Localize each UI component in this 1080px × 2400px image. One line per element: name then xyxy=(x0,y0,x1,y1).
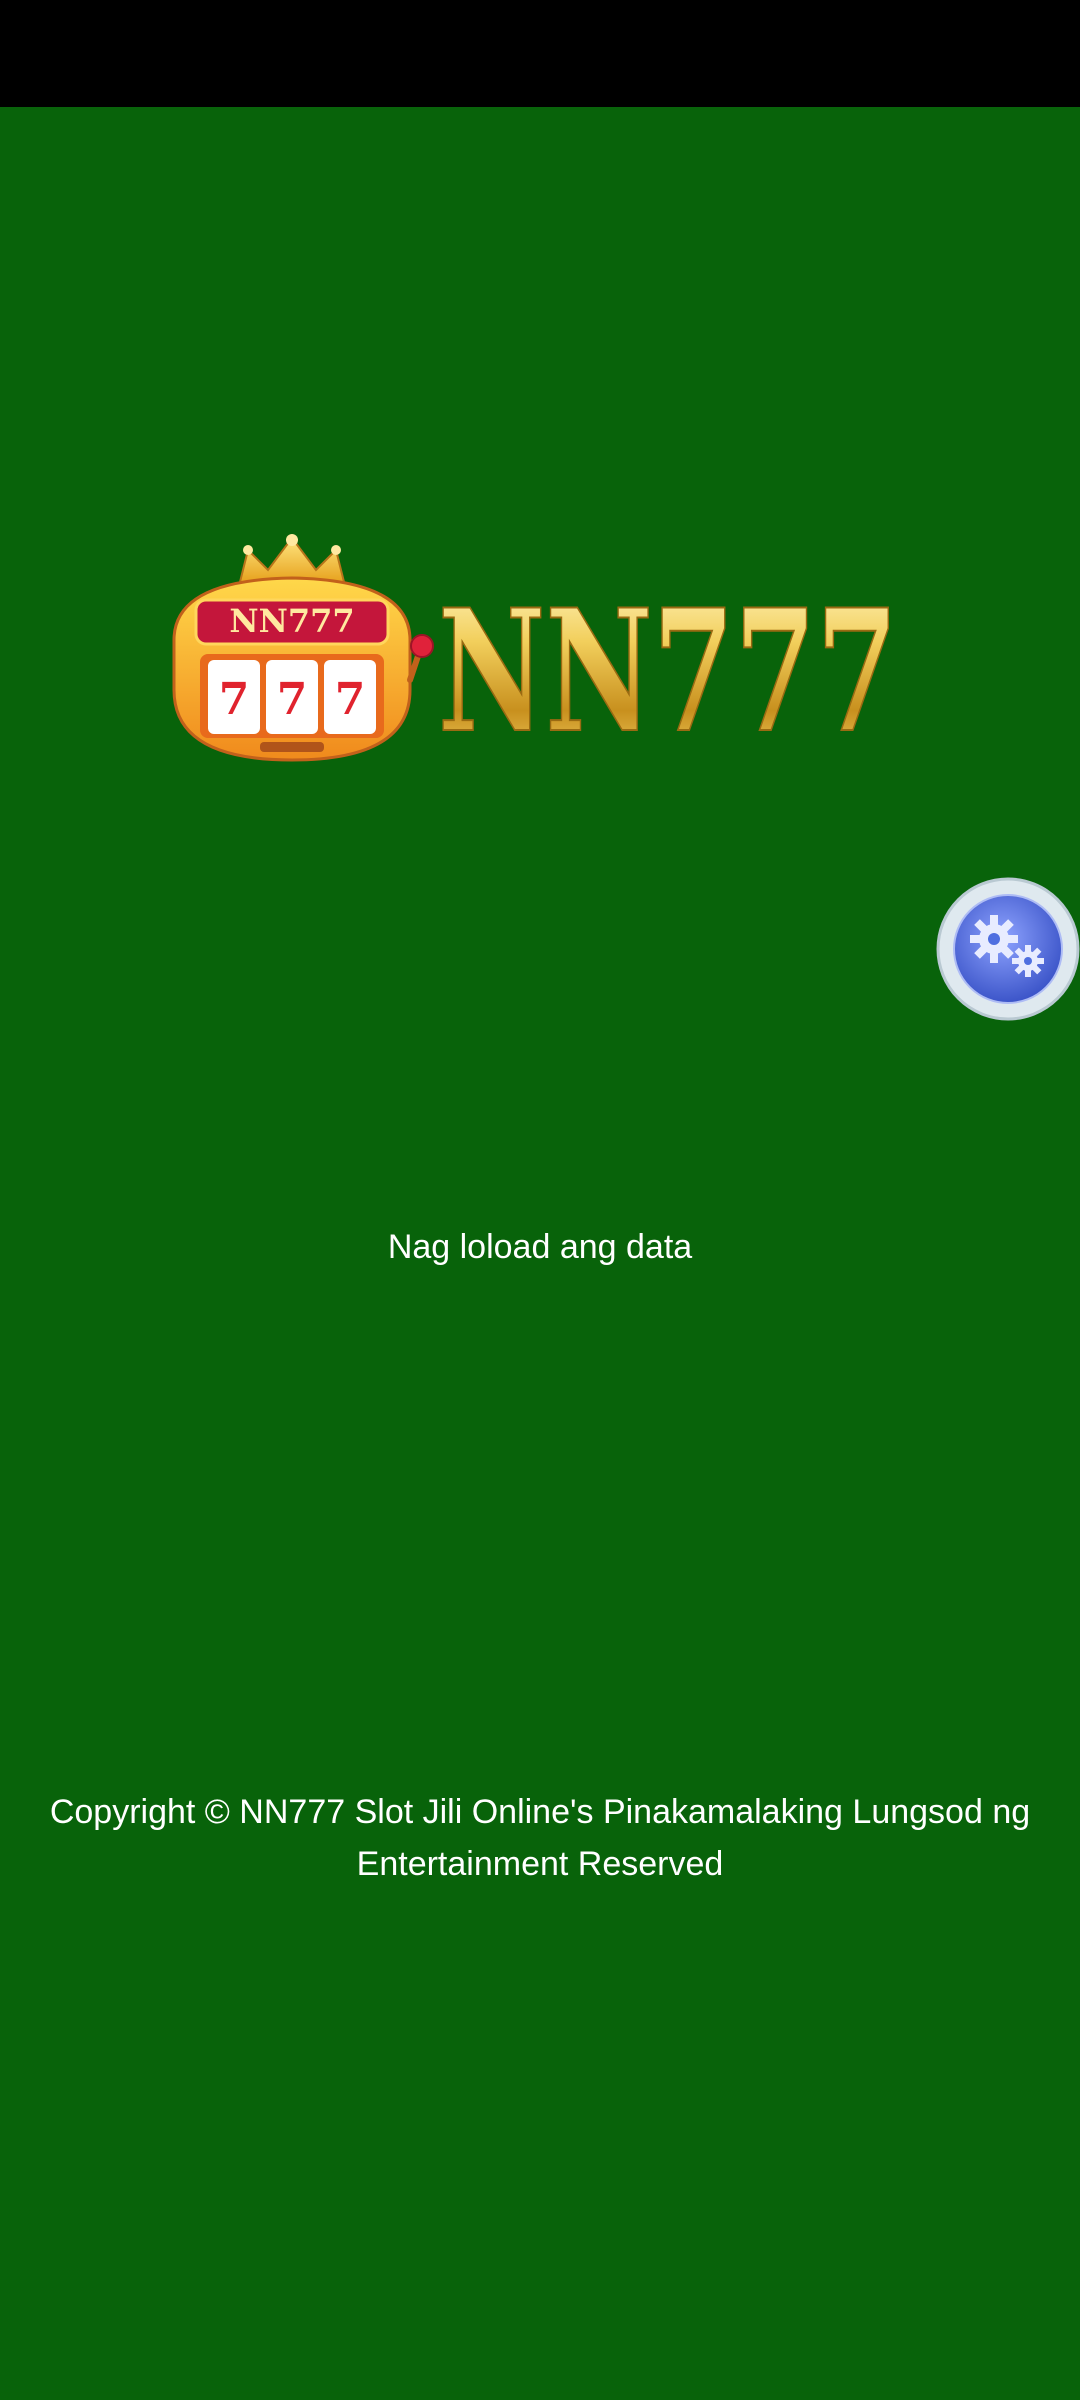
crown-icon xyxy=(238,534,346,583)
app-logo: NN777 7 7 7 NN777 xyxy=(172,534,899,770)
loading-status-text: Nag loload ang data xyxy=(387,1228,693,1266)
copyright-text: Copyright © NN777 Slot Jili Online's Pin… xyxy=(49,1793,1031,1883)
reel-1-symbol: 7 xyxy=(219,674,250,725)
status-bar xyxy=(0,0,1080,107)
reel-2-symbol: 7 xyxy=(277,674,308,725)
reel-3-symbol: 7 xyxy=(335,674,366,725)
logo-wordmark: NN777 xyxy=(438,572,898,770)
slot-machine-icon: NN777 7 7 7 xyxy=(172,576,434,762)
settings-button[interactable] xyxy=(936,877,1080,1021)
logo-badge-text: NN777 xyxy=(229,602,354,640)
